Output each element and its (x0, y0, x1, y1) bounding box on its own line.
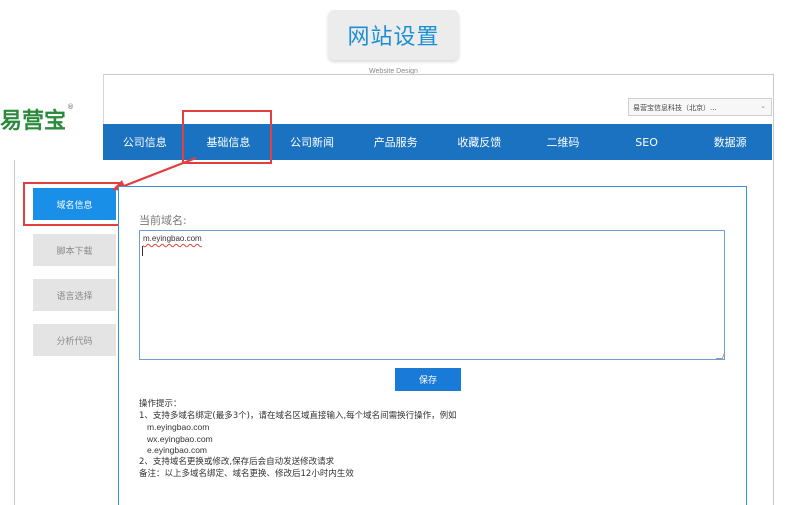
sidebar-highlight-box (23, 182, 120, 226)
nav-item-datasource[interactable]: 数据源 (688, 124, 772, 160)
hint-example-2: wx.eyingbao.com (147, 433, 213, 444)
domain-input-value: m.eyingbao.com (143, 234, 202, 243)
text-caret (142, 246, 143, 256)
company-select[interactable]: 易营宝信息科技（北京）... ⌄ (628, 98, 772, 116)
sidebar-item-language[interactable]: 语言选择 (33, 279, 116, 311)
brand-logo: 易营宝® (0, 103, 74, 135)
company-select-value: 易营宝信息科技（北京）... (633, 104, 717, 112)
nav-item-company-info[interactable]: 公司信息 (103, 124, 187, 160)
domain-label: 当前域名: (139, 214, 187, 227)
domain-input[interactable] (139, 230, 725, 360)
registered-mark: ® (67, 103, 75, 111)
hint-example-1: m.eyingbao.com (147, 422, 210, 433)
hints-line-2: 2、支持域名更换或修改,保存后会自动发送修改请求 (139, 456, 335, 467)
save-button[interactable]: 保存 (395, 368, 461, 391)
nav-item-feedback[interactable]: 收藏反馈 (438, 124, 522, 160)
nav-highlight-box (182, 110, 272, 164)
logo-text: 易营宝 (0, 109, 67, 134)
operation-hints: 操作提示： 1、支持多域名绑定(最多3个)，请在域名区域直接输入,每个域名间需换… (139, 399, 457, 480)
hints-note: 备注：以上多域名绑定、域名更换、修改后12小时内生效 (139, 468, 354, 479)
sidebar-item-script-download[interactable]: 脚本下载 (33, 234, 116, 266)
nav-item-company-news[interactable]: 公司新闻 (270, 124, 354, 160)
page-title: 网站设置 (347, 25, 440, 50)
hint-example-3: e.eyingbao.com (147, 445, 208, 456)
hints-title: 操作提示： (139, 399, 182, 409)
sidebar-item-analytics-code[interactable]: 分析代码 (33, 324, 116, 356)
hints-line-1: 1、支持多域名绑定(最多3个)，请在域名区域直接输入,每个域名间需换行操作，例如 (139, 410, 457, 421)
page-heading-badge: 网站设置 (328, 10, 459, 60)
nav-item-seo[interactable]: SEO (605, 124, 689, 160)
nav-item-products[interactable]: 产品服务 (354, 124, 438, 160)
chevron-down-icon: ⌄ (760, 102, 766, 110)
nav-item-qrcode[interactable]: 二维码 (521, 124, 605, 160)
